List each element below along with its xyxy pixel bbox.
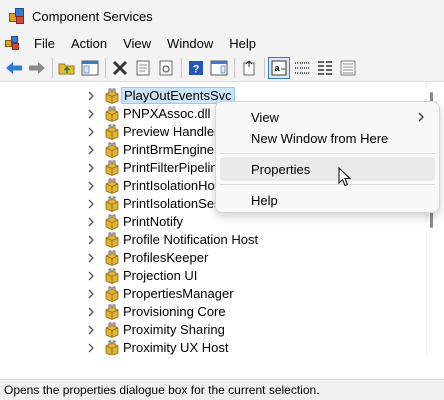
chevron-right-icon[interactable]	[87, 144, 95, 156]
tree-item[interactable]: Proximity Sharing	[0, 321, 426, 339]
tree-item[interactable]: PrintNotify	[0, 213, 426, 231]
tree-item-label: PrintBrmEngine	[123, 142, 215, 157]
window-title: Component Services	[32, 8, 153, 24]
up-folder-icon[interactable]	[56, 57, 78, 79]
menu-bar: File Action View Window Help	[0, 32, 444, 54]
mouse-cursor-icon	[338, 167, 352, 187]
context-menu-separator	[220, 184, 435, 185]
com-application-package-icon	[105, 232, 119, 248]
toolbar-separator	[264, 57, 265, 78]
tree-item-label: Projection UI	[123, 268, 198, 283]
tree-item-label: PrintNotify	[123, 214, 183, 229]
show-hide-action-pane-icon[interactable]	[208, 57, 230, 79]
tree-item[interactable]: Projection UI	[0, 267, 426, 285]
com-application-package-icon	[105, 286, 119, 302]
small-icons-view-icon[interactable]	[291, 57, 313, 79]
com-application-package-icon	[105, 322, 119, 338]
console-menu-icon[interactable]	[4, 35, 20, 51]
tree-item[interactable]: Profile Notification Host	[0, 231, 426, 249]
com-application-package-icon	[105, 340, 119, 355]
tree-item-label: ProfilesKeeper	[123, 250, 209, 265]
chevron-right-icon	[418, 112, 424, 122]
tree-item[interactable]: ProfilesKeeper	[0, 249, 426, 267]
chevron-right-icon[interactable]	[87, 234, 95, 246]
tree-item-label: Proximity UX Host	[123, 340, 229, 355]
chevron-right-icon[interactable]	[87, 270, 95, 282]
tree-item-label: PrintIsolationSess	[123, 196, 228, 211]
menu-file[interactable]: File	[26, 36, 63, 51]
toolbar-separator	[52, 57, 53, 78]
com-application-package-icon	[105, 250, 119, 266]
menu-action[interactable]: Action	[63, 36, 115, 51]
horizontal-scroll-area	[0, 355, 444, 379]
component-services-app-icon	[8, 7, 26, 25]
menu-window[interactable]: Window	[159, 36, 221, 51]
status-bar: Opens the properties dialogue box for th…	[0, 379, 444, 400]
refresh-icon[interactable]	[155, 57, 177, 79]
context-menu-separator	[220, 153, 435, 154]
toolbar: ? a	[0, 54, 444, 82]
chevron-right-icon[interactable]	[87, 342, 95, 354]
tree-item-label: Provisioning Core	[123, 304, 226, 319]
delete-icon[interactable]	[109, 57, 131, 79]
svg-text:?: ?	[193, 63, 200, 75]
toolbar-separator	[181, 57, 182, 78]
export-list-icon[interactable]	[238, 57, 260, 79]
com-application-package-icon	[105, 178, 119, 194]
chevron-right-icon[interactable]	[87, 324, 95, 336]
tree-item-label: PrintIsolationHost	[123, 178, 225, 193]
chevron-right-icon[interactable]	[87, 306, 95, 318]
context-menu-help[interactable]: Help	[220, 188, 435, 212]
tree-item-label: PNPXAssoc.dll	[123, 106, 211, 121]
chevron-right-icon[interactable]	[87, 108, 95, 120]
com-application-package-icon	[105, 160, 119, 176]
chevron-right-icon[interactable]	[87, 180, 95, 192]
com-application-package-icon	[105, 88, 119, 104]
tree-item-label: Proximity Sharing	[123, 322, 225, 337]
back-arrow-icon[interactable]	[3, 57, 25, 79]
status-text: Opens the properties dialogue box for th…	[4, 383, 320, 397]
context-menu-new-window-label: New Window from Here	[251, 130, 389, 146]
tree-item[interactable]: Provisioning Core	[0, 303, 426, 321]
chevron-right-icon[interactable]	[87, 216, 95, 228]
show-hide-console-tree-icon[interactable]	[79, 57, 101, 79]
context-menu-view-label: View	[251, 109, 279, 125]
forward-arrow-icon[interactable]	[26, 57, 48, 79]
detail-view-icon[interactable]	[337, 57, 359, 79]
chevron-right-icon[interactable]	[87, 252, 95, 264]
tree-item[interactable]: Proximity UX Host	[0, 339, 426, 355]
context-menu-properties-label: Properties	[251, 161, 311, 177]
context-menu-new-window[interactable]: New Window from Here	[220, 126, 435, 150]
context-menu: View New Window from Here Properties Hel…	[215, 101, 440, 213]
chevron-right-icon[interactable]	[87, 162, 95, 174]
com-application-package-icon	[105, 196, 119, 212]
chevron-right-icon[interactable]	[87, 198, 95, 210]
context-menu-properties[interactable]: Properties	[220, 157, 435, 181]
menu-help[interactable]: Help	[221, 36, 264, 51]
menu-view[interactable]: View	[115, 36, 159, 51]
chevron-right-icon[interactable]	[87, 90, 95, 102]
com-application-package-icon	[105, 268, 119, 284]
tree-item-label: Profile Notification Host	[123, 232, 259, 247]
large-icons-view-icon[interactable]: a	[268, 56, 290, 79]
list-view-icon[interactable]	[314, 57, 336, 79]
com-application-package-icon	[105, 106, 119, 122]
properties-sheet-icon[interactable]	[132, 57, 154, 79]
com-application-package-icon	[105, 214, 119, 230]
chevron-right-icon[interactable]	[87, 126, 95, 138]
tree-item[interactable]: PropertiesManager	[0, 285, 426, 303]
toolbar-separator	[105, 57, 106, 78]
com-application-package-icon	[105, 142, 119, 158]
com-application-package-icon	[105, 304, 119, 320]
help-icon[interactable]: ?	[185, 57, 207, 79]
title-bar: Component Services	[0, 0, 444, 32]
tree-item-label: PropertiesManager	[123, 286, 234, 301]
context-menu-help-label: Help	[251, 192, 278, 208]
com-application-package-icon	[105, 124, 119, 140]
tree-item-label: PrintFilterPipeline	[123, 160, 225, 175]
toolbar-separator	[234, 57, 235, 78]
chevron-right-icon[interactable]	[87, 288, 95, 300]
